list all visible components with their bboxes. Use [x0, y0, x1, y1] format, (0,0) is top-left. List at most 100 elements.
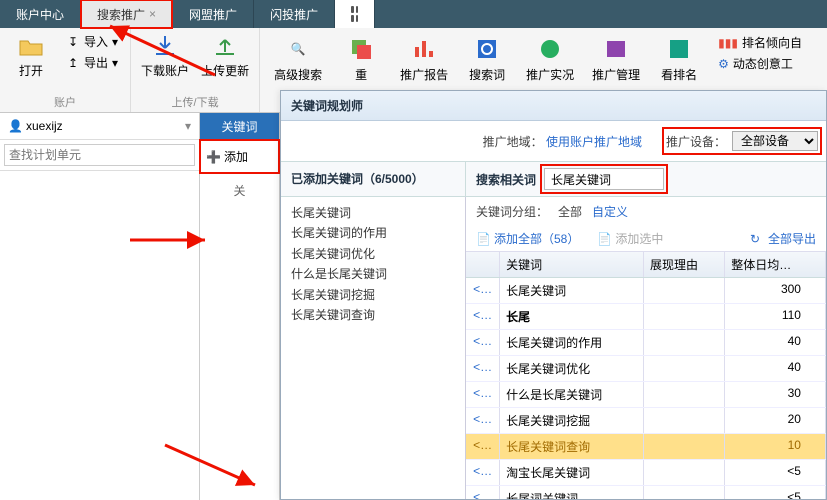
list-item[interactable]: 长尾关键词优化 [291, 244, 455, 264]
table-row[interactable]: <…长尾词关键词 <5 [466, 486, 826, 499]
table-row[interactable]: <…长尾关键词300 [466, 278, 826, 304]
cell-reason [644, 304, 725, 329]
device-select[interactable]: 全部设备 [732, 131, 818, 151]
add-selected-button: 📄添加选中 [597, 230, 663, 247]
upload-update-button[interactable]: 上传更新 [201, 32, 249, 79]
table-row[interactable]: <…长尾 110 [466, 304, 826, 330]
username: xuexijz [26, 119, 63, 133]
list-item[interactable]: 长尾关键词 [291, 203, 455, 223]
cell-volume: 110 [725, 304, 826, 329]
search-related-label: 搜索相关词 [476, 171, 536, 188]
tab-search-promo[interactable]: 搜索推广× [81, 0, 173, 28]
region-label: 推广地域： [483, 135, 543, 149]
add-row-button[interactable]: <… [466, 304, 500, 329]
col-volume[interactable]: 整体日均搜… [725, 252, 826, 277]
dynamic-creative-link[interactable]: ⚙动态创意工 [718, 55, 802, 72]
group-all[interactable]: 全部 [558, 203, 582, 220]
mid-panel: 关键词 ➕ 添加 关 [200, 113, 280, 500]
keyword-planner-panel: 关键词规划师 推广地域： 使用账户推广地域 推广设备： 全部设备 已添加关键词（… [280, 90, 827, 500]
keyword-tab-header[interactable]: 关键词 [200, 113, 279, 140]
cell-reason [644, 486, 725, 499]
table-row[interactable]: <…长尾关键词优化40 [466, 356, 826, 382]
region-link[interactable]: 使用账户推广地域 [546, 135, 642, 149]
planner-title: 关键词规划师 [281, 91, 826, 121]
tab-app-launcher[interactable] [335, 0, 375, 28]
list-item[interactable]: 长尾关键词查询 [291, 305, 455, 325]
ribbon-group-label: 上传/下载 [172, 94, 219, 110]
group-custom[interactable]: 自定义 [592, 203, 628, 220]
table-row[interactable]: <…什么是长尾关键词30 [466, 382, 826, 408]
add-row-button[interactable]: <… [466, 382, 500, 407]
added-keyword-list: 长尾关键词 长尾关键词的作用 长尾关键词优化 什么是长尾关键词 长尾关键词挖掘 … [281, 197, 465, 499]
table-row[interactable]: <…长尾关键词的作用 40 [466, 330, 826, 356]
cell-keyword: 长尾关键词查询 [500, 434, 644, 459]
cell-keyword: 长尾关键词挖掘 [500, 408, 644, 433]
cell-volume: <5 [725, 486, 826, 499]
open-button[interactable]: 打开 [10, 32, 52, 79]
export-all-button[interactable]: ↻全部导出 [750, 230, 816, 247]
download-icon [151, 32, 179, 60]
import-icon: ↧ [66, 35, 80, 49]
list-item[interactable]: 长尾关键词挖掘 [291, 285, 455, 305]
cell-volume: 20 [725, 408, 826, 433]
col-keyword[interactable]: 关键词 [500, 252, 644, 277]
live-icon [535, 34, 565, 64]
device-label: 推广设备： [666, 133, 726, 150]
export-button[interactable]: ↥导出 ▾ [64, 53, 120, 72]
cell-reason [644, 460, 725, 485]
add-row-button[interactable]: <… [466, 330, 500, 355]
table-row[interactable]: <…长尾关键词挖掘 20 [466, 408, 826, 434]
gear-icon: ⚙ [718, 57, 729, 71]
cell-reason [644, 434, 725, 459]
rank-pref-link[interactable]: ▮▮▮排名倾向自 [718, 34, 802, 51]
add-all-button[interactable]: 📄添加全部（58） [476, 230, 579, 247]
left-panel: 👤 xuexijz ▾ [0, 113, 200, 500]
add-row-button[interactable]: <… [466, 278, 500, 303]
list-item[interactable]: 什么是长尾关键词 [291, 264, 455, 284]
col-reason[interactable]: 展现理由 [644, 252, 725, 277]
upload-icon [211, 32, 239, 60]
list-item[interactable]: 长尾关键词的作用 [291, 223, 455, 243]
cell-keyword: 长尾词关键词 [500, 486, 644, 499]
export-icon: ↥ [66, 56, 80, 70]
cell-reason [644, 330, 725, 355]
search-icon: 🔍 [283, 34, 313, 64]
table-row[interactable]: <…淘宝长尾关键词<5 [466, 460, 826, 486]
add-row-button[interactable]: <… [466, 434, 500, 459]
user-bar[interactable]: 👤 xuexijz ▾ [0, 113, 199, 140]
ribbon-group-label: 账户 [54, 94, 76, 110]
planner-options: 推广地域： 使用账户推广地域 推广设备： 全部设备 [281, 121, 826, 161]
tab-flash-promo[interactable]: 闪投推广 [254, 0, 335, 28]
device-select-wrap: 推广设备： 全部设备 [666, 131, 818, 151]
add-row-button[interactable]: <… [466, 486, 500, 499]
cell-reason [644, 382, 725, 407]
close-icon[interactable]: × [149, 7, 156, 21]
table-row[interactable]: <…长尾关键词查询10 [466, 434, 826, 460]
rank-icon [664, 34, 694, 64]
cell-volume: 40 [725, 330, 826, 355]
export-icon: ↻ [750, 232, 764, 246]
cell-volume: 40 [725, 356, 826, 381]
search-plan-input[interactable] [4, 144, 195, 166]
tab-net-promo[interactable]: 网盟推广 [173, 0, 254, 28]
user-icon: 👤 [8, 119, 22, 133]
report-icon [409, 34, 439, 64]
tab-account-center[interactable]: 账户中心 [0, 0, 81, 28]
search-word-icon [472, 34, 502, 64]
add-row-button[interactable]: <… [466, 408, 500, 433]
keyword-section-label: 关 [200, 174, 279, 207]
cell-keyword: 长尾关键词的作用 [500, 330, 644, 355]
download-account-button[interactable]: 下载账户 [141, 32, 189, 79]
import-button[interactable]: ↧导入 ▾ [64, 32, 120, 51]
add-row-button[interactable]: <… [466, 356, 500, 381]
search-keyword-input[interactable] [544, 168, 664, 190]
cell-volume: 30 [725, 382, 826, 407]
cell-volume: <5 [725, 460, 826, 485]
dedup-icon [346, 34, 376, 64]
cell-keyword: 长尾关键词 [500, 278, 644, 303]
cell-keyword: 长尾 [500, 304, 644, 329]
add-keyword-button[interactable]: ➕ 添加 [200, 140, 279, 174]
cell-reason [644, 356, 725, 381]
added-keywords-header: 已添加关键词（6/5000） [281, 162, 466, 196]
add-row-button[interactable]: <… [466, 460, 500, 485]
